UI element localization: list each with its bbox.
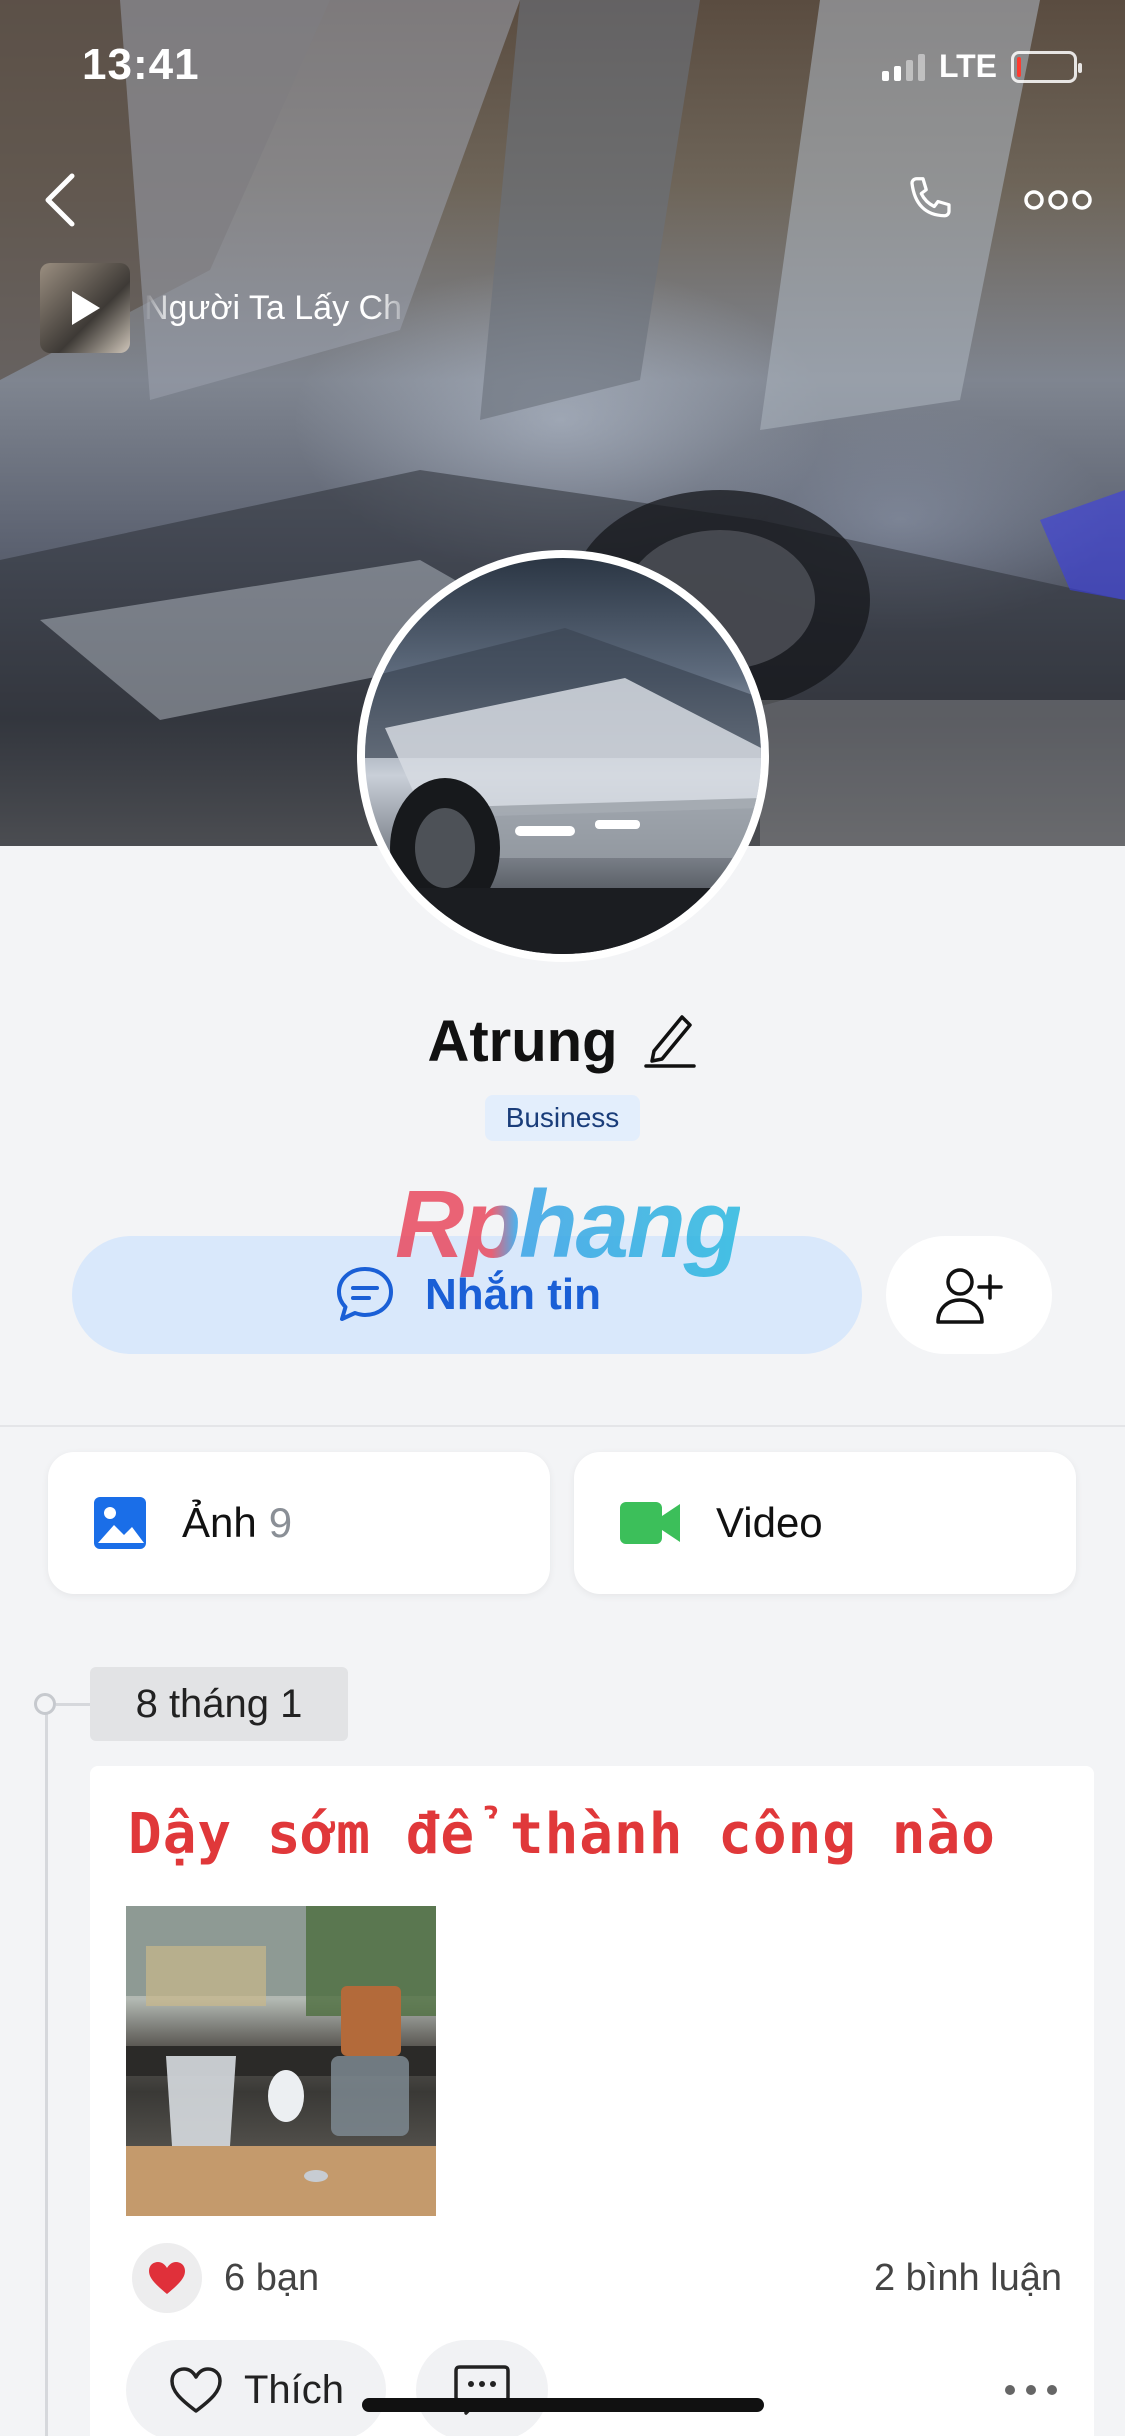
music-thumbnail[interactable] [40, 263, 130, 353]
post-more-button[interactable] [996, 2370, 1066, 2410]
timeline-dot [34, 1693, 56, 1715]
video-icon [620, 1502, 680, 1544]
edit-name-button[interactable] [642, 1009, 698, 1074]
add-user-icon [936, 1268, 1003, 1324]
chat-bubble-icon [337, 1267, 393, 1321]
photos-count: 9 [268, 1499, 293, 1546]
battery-icon [1011, 50, 1082, 83]
profile-name: Atrung [427, 1009, 618, 1074]
avatar-car-illustration [365, 628, 761, 954]
pencil-icon [643, 1015, 696, 1068]
timeline-connector [56, 1703, 92, 1706]
post-text: Dậy sớm để thành công nào [128, 1802, 996, 1867]
business-badge: Business [485, 1095, 640, 1141]
timeline-date: 8 tháng 1 [90, 1667, 348, 1741]
photos-tile[interactable]: Ảnh 9 [48, 1452, 550, 1594]
photos-label: Ảnh [182, 1499, 257, 1546]
comment-button[interactable] [416, 2340, 548, 2436]
music-title: Người Ta Lấy Ch [144, 288, 402, 327]
post-photo[interactable] [126, 1906, 436, 2216]
reaction-row: 6 bạn 2 bình luận [132, 2240, 1062, 2316]
more-options-button[interactable] [1018, 170, 1098, 230]
network-label: LTE [938, 48, 997, 84]
phone-icon [910, 177, 951, 218]
section-divider [0, 1425, 1125, 1427]
call-button[interactable] [890, 160, 970, 240]
play-icon [72, 291, 100, 325]
add-friend-button[interactable] [886, 1236, 1052, 1354]
video-tile[interactable]: Video [574, 1452, 1076, 1594]
heart-icon [149, 2262, 185, 2294]
like-label: Thích [243, 2367, 345, 2412]
post-actions: Thích [126, 2340, 1084, 2436]
heart-outline-icon [170, 2367, 222, 2413]
watermark: Rphang [395, 1171, 742, 1278]
reaction-count[interactable]: 6 bạn [224, 2257, 319, 2300]
signal-icon [881, 53, 925, 81]
back-button[interactable] [30, 165, 90, 235]
status-time: 13:41 [82, 40, 200, 89]
profile-music[interactable]: Người Ta Lấy Ch [40, 262, 414, 354]
status-indicators: LTE [881, 48, 1082, 85]
like-button[interactable]: Thích [126, 2340, 386, 2436]
post-card[interactable]: Dậy sớm để thành công nào 6 bạn 2 bình l… [90, 1766, 1094, 2436]
avatar[interactable] [357, 550, 769, 962]
comment-count[interactable]: 2 bình luận [874, 2257, 1062, 2300]
post-photo-illustration [126, 1906, 436, 2216]
image-icon [94, 1497, 146, 1549]
more-horizontal-icon [1005, 2385, 1057, 2395]
home-indicator[interactable] [362, 2398, 764, 2412]
reaction-chip[interactable] [132, 2243, 202, 2313]
video-label: Video [716, 1499, 823, 1546]
profile-name-row: Atrung [0, 1008, 1125, 1075]
chevron-left-icon [45, 173, 75, 227]
timeline-line [45, 1706, 48, 2436]
more-dots-icon [1024, 190, 1092, 210]
